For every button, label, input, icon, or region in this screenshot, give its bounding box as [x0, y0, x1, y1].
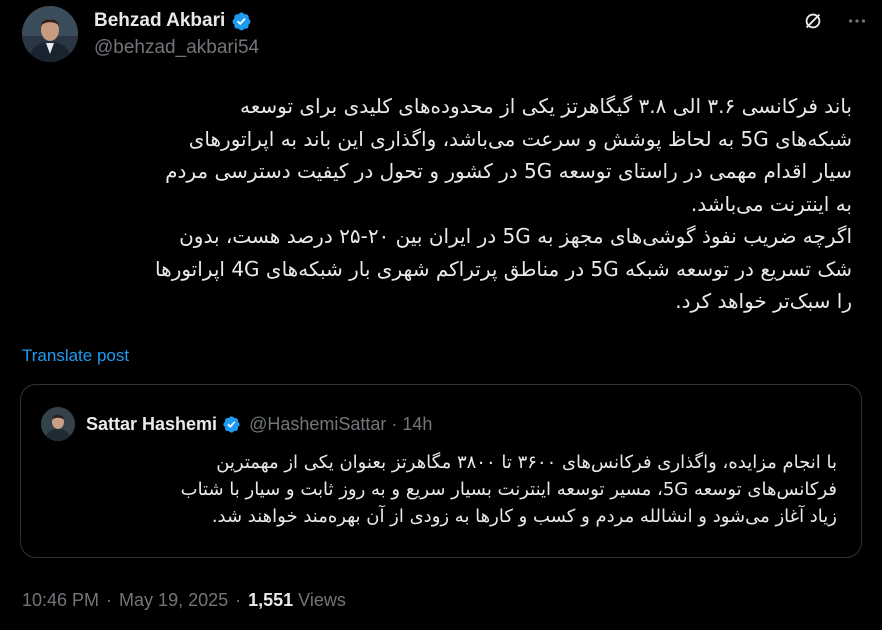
- separator-dot: ·: [235, 590, 242, 610]
- verified-badge-icon[interactable]: [231, 11, 252, 32]
- avatar[interactable]: [22, 6, 78, 62]
- quoted-tweet-header: Sattar Hashemi @HashemiSattar · 14h: [41, 407, 432, 441]
- post-date[interactable]: May 19, 2025: [119, 590, 228, 611]
- tweet-text: باند فرکانسی ۳.۶ الی ۳.۸ گیگاهرتز یکی از…: [155, 94, 852, 313]
- tweet-header: Behzad Akbari @behzad_akbari54: [22, 6, 868, 68]
- grok-icon[interactable]: [802, 10, 824, 32]
- separator-dot: ·: [106, 590, 113, 610]
- tweet: Behzad Akbari @behzad_akbari54 باند فرکا…: [0, 0, 882, 630]
- more-icon[interactable]: [846, 10, 868, 32]
- quoted-avatar[interactable]: [41, 407, 75, 441]
- views-label: Views: [298, 590, 346, 610]
- quoted-tweet-text: با انجام مزایده، واگذاری فرکانس‌های ۳۶۰۰…: [180, 452, 837, 527]
- author-handle[interactable]: @behzad_akbari54: [94, 37, 259, 59]
- views-count: 1,551: [248, 590, 294, 610]
- translate-post-link[interactable]: Translate post: [22, 346, 129, 366]
- quoted-tweet[interactable]: Sattar Hashemi @HashemiSattar · 14h با ا…: [20, 384, 862, 558]
- author-display-name[interactable]: Behzad Akbari: [94, 10, 225, 32]
- verified-badge-icon[interactable]: [222, 415, 241, 434]
- tweet-footer: 10:46 PM · May 19, 2025 · 1,551 Views: [22, 590, 346, 611]
- post-time[interactable]: 10:46 PM: [22, 590, 99, 611]
- quoted-handle-time[interactable]: @HashemiSattar · 14h: [249, 414, 432, 435]
- quoted-display-name[interactable]: Sattar Hashemi: [86, 414, 217, 435]
